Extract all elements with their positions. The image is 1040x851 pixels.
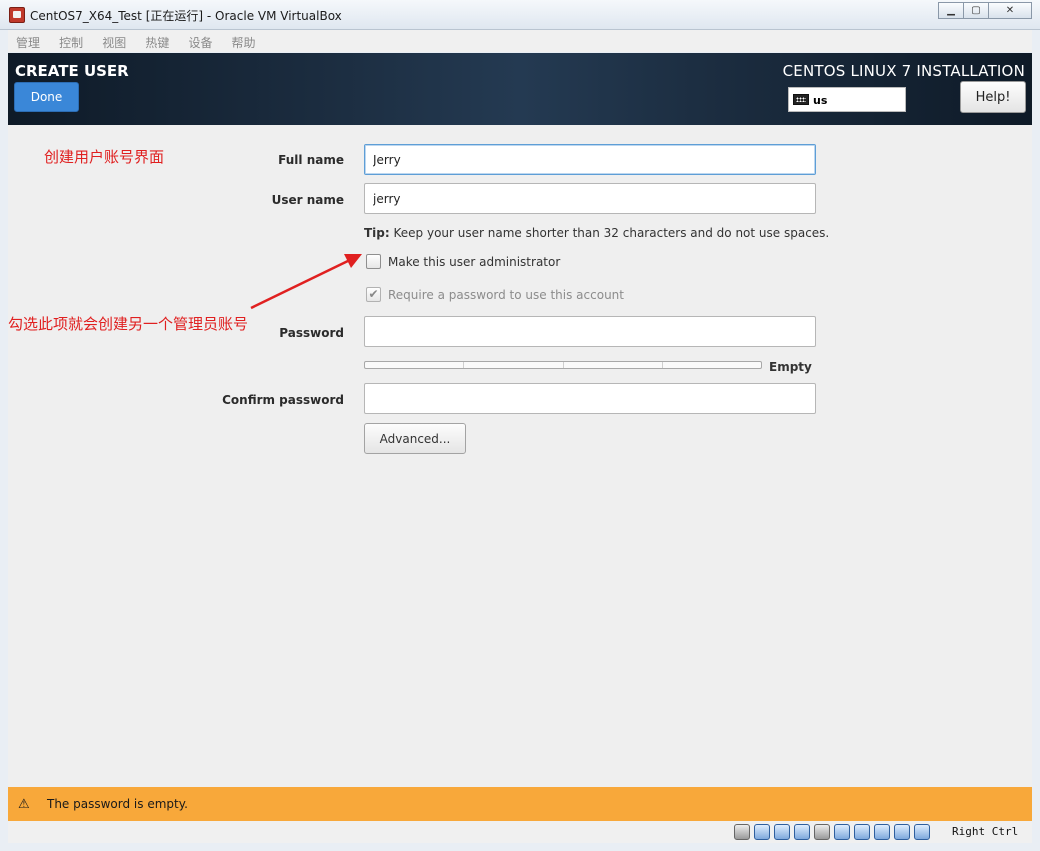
full-name-input[interactable] xyxy=(364,144,816,175)
menu-item-manage[interactable]: 管理 xyxy=(8,30,46,51)
menu-item-hotkey[interactable]: 热键 xyxy=(137,30,175,51)
minimize-button[interactable]: ▁ xyxy=(938,2,964,19)
menu-item-devices[interactable]: 设备 xyxy=(180,30,218,51)
status-icons xyxy=(734,824,934,840)
menu-item-control[interactable]: 控制 xyxy=(51,30,89,51)
usb-icon[interactable] xyxy=(814,824,830,840)
window-titlebar[interactable]: CentOS7_X64_Test [正在运行] - Oracle VM Virt… xyxy=(0,0,1040,30)
strength-segment xyxy=(365,362,465,368)
mouse-integration-icon[interactable] xyxy=(914,824,930,840)
tip-text: Keep your user name shorter than 32 char… xyxy=(393,226,830,240)
video-capture-icon[interactable] xyxy=(874,824,890,840)
host-key-label: Right Ctrl xyxy=(952,825,1019,838)
window-title: CentOS7_X64_Test [正在运行] - Oracle VM Virt… xyxy=(30,9,342,23)
warning-icon: ⚠ xyxy=(18,797,30,812)
user-name-input[interactable] xyxy=(364,183,816,214)
strength-segment xyxy=(564,362,663,368)
shared-folder-icon[interactable] xyxy=(834,824,850,840)
audio-icon[interactable] xyxy=(774,824,790,840)
require-password-label[interactable]: Require a password to use this account xyxy=(388,288,624,302)
keyboard-layout-label: us xyxy=(813,94,828,107)
password-label: Password xyxy=(279,326,344,340)
hard-disk-icon[interactable] xyxy=(734,824,750,840)
user-name-label: User name xyxy=(271,193,344,207)
advanced-button[interactable]: Advanced... xyxy=(364,423,466,454)
menu-item-help[interactable]: 帮助 xyxy=(224,30,262,51)
page-title: CREATE USER xyxy=(15,62,129,80)
virtualbox-app-icon xyxy=(9,7,25,23)
optical-drive-icon[interactable] xyxy=(754,824,770,840)
warning-bar[interactable]: ⚠ The password is empty. xyxy=(8,787,1032,821)
annotation-arrow xyxy=(250,254,362,310)
admin-checkbox-label[interactable]: Make this user administrator xyxy=(388,255,560,269)
help-button[interactable]: Help! xyxy=(960,81,1026,113)
menu-item-view[interactable]: 视图 xyxy=(94,30,132,51)
done-button[interactable]: Done xyxy=(14,82,79,112)
password-input[interactable] xyxy=(364,316,816,347)
full-name-label: Full name xyxy=(278,153,344,167)
admin-checkbox[interactable] xyxy=(366,254,381,269)
require-password-checkbox[interactable]: ✔ xyxy=(366,287,381,302)
keyboard-layout-indicator[interactable]: us xyxy=(788,87,906,112)
strength-segment xyxy=(464,362,564,368)
maximize-button[interactable]: ▢ xyxy=(963,2,989,19)
window-controls: ▁ ▢ ✕ xyxy=(938,2,1032,19)
strength-segment xyxy=(663,362,761,368)
password-strength-bar xyxy=(364,361,762,369)
close-button[interactable]: ✕ xyxy=(988,2,1032,19)
keyboard-icon xyxy=(793,94,809,105)
menubar: 管理 控制 视图 热键 设备 帮助 xyxy=(8,30,1032,52)
vm-statusbar: Right Ctrl xyxy=(8,821,1032,843)
confirm-password-input[interactable] xyxy=(364,383,816,414)
confirm-password-label: Confirm password xyxy=(222,393,344,407)
create-user-form: 创建用户账号界面 Full name User name Tip: Keep y… xyxy=(8,125,1032,788)
installer-header: CREATE USER Done CENTOS LINUX 7 INSTALLA… xyxy=(8,53,1032,125)
user-name-tip: Tip: Keep your user name shorter than 32… xyxy=(364,226,829,240)
warning-text: The password is empty. xyxy=(47,797,188,811)
password-strength-label: Empty xyxy=(769,360,812,374)
display-icon[interactable] xyxy=(854,824,870,840)
network-icon[interactable] xyxy=(794,824,810,840)
tip-prefix: Tip: xyxy=(364,226,390,240)
product-title: CENTOS LINUX 7 INSTALLATION xyxy=(782,62,1025,80)
cpu-icon[interactable] xyxy=(894,824,910,840)
